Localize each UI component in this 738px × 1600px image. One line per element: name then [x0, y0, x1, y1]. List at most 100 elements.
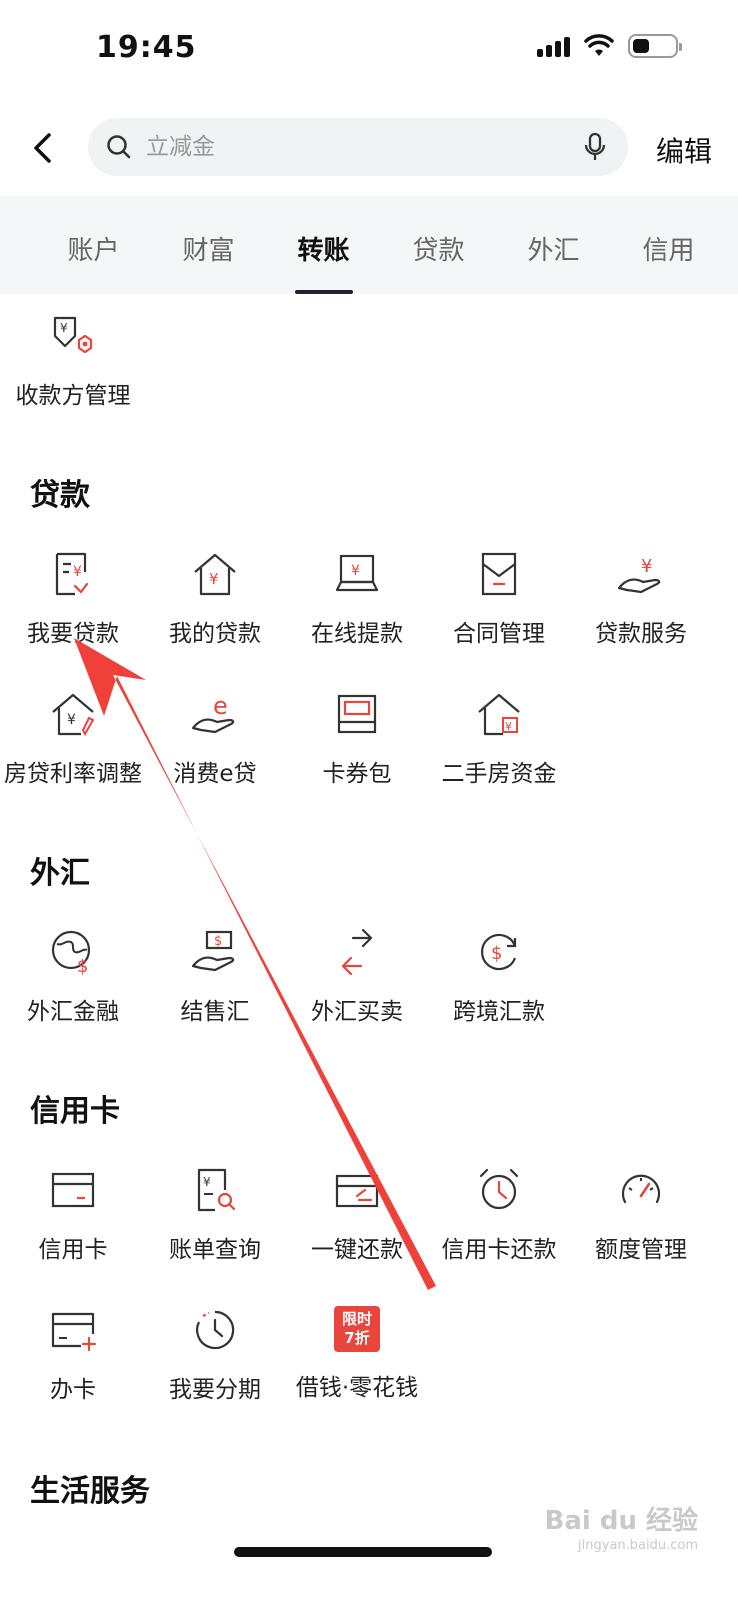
menu-item-label: 房贷利率调整 [4, 761, 142, 787]
menu-item-coupon-wallet[interactable]: 卡券包 [284, 690, 430, 800]
menu-item-limit-manage[interactable]: 额度管理 [568, 1166, 714, 1276]
menu-item-one-click-repay[interactable]: 一键还款 [284, 1166, 430, 1276]
menu-item-label: 账单查询 [169, 1237, 261, 1263]
menu-item-exchange-settle[interactable]: $ 结售汇 [142, 928, 288, 1038]
search-box[interactable] [88, 118, 628, 176]
forex-finance-icon: $ [51, 930, 91, 976]
menu-item-pocket-money[interactable]: 限时 7折 借钱·零花钱 [284, 1306, 430, 1416]
menu-item-second-hand-house[interactable]: ¥ 二手房资金 [426, 690, 572, 800]
menu-item-label: 合同管理 [453, 621, 545, 647]
one-click-repay-icon [335, 1174, 379, 1208]
menu-item-installment[interactable]: 我要分期 [142, 1306, 288, 1416]
menu-item-my-loan[interactable]: ¥ 我的贷款 [142, 550, 288, 660]
menu-item-contract[interactable]: 合同管理 [426, 550, 572, 660]
menu-item-label: 信用卡 [38, 1237, 108, 1263]
menu-item-card-repay[interactable]: 信用卡还款 [426, 1166, 572, 1276]
loan-service-icon: ¥ [617, 556, 661, 594]
menu-item-credit-card[interactable]: 信用卡 [0, 1166, 146, 1276]
watermark-logo: Bai du 经验 [544, 1506, 699, 1536]
menu-item-label: 结售汇 [180, 999, 250, 1025]
exchange-settle-icon: $ [191, 930, 235, 972]
menu-item-loan-apply[interactable]: ¥ 我要贷款 [0, 550, 146, 660]
svg-text:¥: ¥ [351, 563, 360, 579]
tab-wealth[interactable]: 财富 [151, 196, 266, 294]
cross-border-icon: $ [480, 933, 517, 971]
menu-item-consumer-loan[interactable]: e 消费e贷 [142, 690, 288, 800]
menu-item-forex-finance[interactable]: $ 外汇金融 [0, 928, 146, 1038]
section-title-credit: 信用卡 [30, 1094, 120, 1129]
menu-item-label: 贷款服务 [595, 621, 687, 647]
my-loan-icon: ¥ [194, 553, 236, 596]
tab-credit[interactable]: 信用 [611, 196, 726, 294]
menu-item-label: 我的贷款 [169, 621, 261, 647]
menu-item-label: 额度管理 [595, 1237, 687, 1263]
menu-item-label: 借钱·零花钱 [295, 1375, 419, 1401]
search-icon [107, 135, 131, 159]
tab-account[interactable]: 账户 [36, 196, 151, 294]
menu-item-cross-border[interactable]: $ 跨境汇款 [426, 928, 572, 1038]
menu-item-label: 外汇买卖 [311, 999, 403, 1025]
svg-text:e: e [213, 692, 228, 720]
back-button[interactable] [22, 128, 62, 168]
wifi-icon [584, 34, 614, 56]
menu-item-apply-card[interactable]: 办卡 [0, 1306, 146, 1416]
watermark-url: jingyan.baidu.com [578, 1538, 698, 1553]
loan-apply-icon: ¥ [55, 552, 89, 596]
contract-icon [481, 552, 517, 596]
tab-transfer[interactable]: 转账 [266, 196, 381, 294]
payee-manage-icon: ¥ [53, 316, 93, 354]
menu-item-label: 跨境汇款 [453, 999, 545, 1025]
menu-item-label: 二手房资金 [441, 761, 557, 787]
chevron-left-icon [34, 133, 51, 163]
menu-item-label: 我要贷款 [27, 621, 119, 647]
menu-item-loan-service[interactable]: ¥ 贷款服务 [568, 550, 714, 660]
battery-icon [628, 34, 682, 58]
menu-item-label: 在线提款 [311, 621, 403, 647]
menu-item-mortgage-rate[interactable]: ¥ 房贷利率调整 [0, 690, 146, 800]
svg-text:$: $ [77, 956, 88, 976]
card-repay-clock-icon [479, 1168, 519, 1210]
status-bar: 19:45 [0, 0, 738, 96]
menu-item-online-withdraw[interactable]: ¥ 在线提款 [284, 550, 430, 660]
menu-item-label: 我要分期 [169, 1377, 261, 1403]
svg-text:¥: ¥ [60, 321, 68, 335]
menu-item-bill-query[interactable]: ¥ 账单查询 [142, 1166, 288, 1276]
online-withdraw-icon: ¥ [335, 554, 379, 592]
section-title-life: 生活服务 [30, 1474, 150, 1509]
status-time: 19:45 [96, 30, 197, 65]
menu-item-label: 外汇金融 [27, 999, 119, 1025]
nav-bar: 编辑 [0, 118, 738, 178]
menu-item-payee-manage[interactable]: ¥ 收款方管理 [0, 312, 146, 422]
menu-item-label: 办卡 [50, 1377, 96, 1403]
category-tabs: 账户 财富 转账 贷款 外汇 信用 [0, 196, 738, 294]
svg-text:¥: ¥ [203, 1175, 211, 1189]
menu-item-label: 卡券包 [322, 761, 392, 787]
search-input[interactable] [146, 118, 566, 176]
menu-item-label: 信用卡还款 [441, 1237, 557, 1263]
tab-forex[interactable]: 外汇 [496, 196, 611, 294]
tab-loan[interactable]: 贷款 [381, 196, 496, 294]
coupon-wallet-icon [337, 694, 377, 734]
svg-text:¥: ¥ [67, 712, 76, 728]
svg-text:¥: ¥ [505, 720, 512, 733]
forex-trade-icon [341, 928, 373, 976]
menu-item-label: 收款方管理 [15, 383, 131, 409]
svg-text:$: $ [491, 943, 502, 964]
svg-text:¥: ¥ [209, 570, 219, 588]
svg-text:¥: ¥ [641, 556, 652, 577]
limit-gauge-icon [621, 1174, 661, 1204]
installment-clock-icon [196, 1310, 235, 1350]
second-hand-house-icon: ¥ [478, 693, 520, 736]
signal-icon [537, 35, 570, 57]
home-indicator[interactable] [234, 1547, 492, 1557]
mortgage-rate-icon: ¥ [52, 693, 95, 737]
consumer-loan-icon: e [191, 692, 235, 734]
section-title-loan: 贷款 [30, 478, 90, 513]
edit-button[interactable]: 编辑 [656, 130, 712, 170]
bill-query-icon: ¥ [197, 1168, 236, 1212]
apply-card-icon [51, 1312, 97, 1352]
menu-item-forex-trade[interactable]: 外汇买卖 [284, 928, 430, 1038]
microphone-icon[interactable] [584, 132, 606, 162]
credit-card-icon [51, 1172, 95, 1208]
promo-badge: 限时 7折 [334, 1306, 380, 1352]
